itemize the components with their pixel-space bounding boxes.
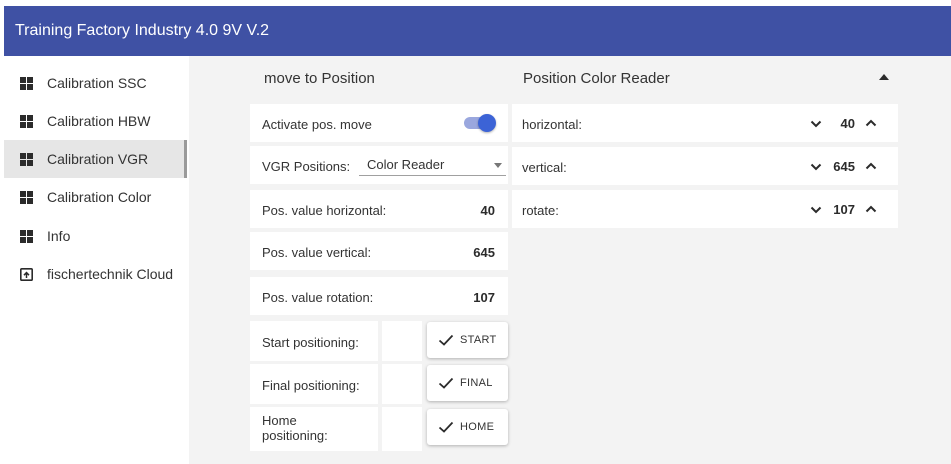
check-icon	[438, 421, 454, 433]
color-reader-horizontal-value: 40	[840, 116, 855, 131]
chevron-up-icon[interactable]	[864, 204, 878, 214]
cloud-upload-icon	[20, 267, 33, 281]
grid-icon	[20, 229, 33, 243]
pos-rotation-value: 107	[473, 290, 495, 305]
sidebar-item-calibration-vgr[interactable]: Calibration VGR	[4, 140, 187, 178]
home-button[interactable]: HOME	[427, 409, 508, 445]
final-button[interactable]: FINAL	[427, 365, 508, 401]
move-section-title: move to Position	[264, 70, 375, 87]
start-positioning-row: Start positioning:	[250, 321, 378, 361]
color-reader-section-title: Position Color Reader	[523, 70, 670, 87]
app-title: Training Factory Industry 4.0 9V V.2	[15, 22, 270, 39]
sidebar-item-label: Info	[47, 228, 71, 244]
color-reader-rotate-label: rotate:	[522, 203, 559, 218]
color-reader-vertical-value: 645	[833, 159, 855, 174]
activate-pos-move-label: Activate pos. move	[262, 117, 372, 132]
final-button-label: FINAL	[460, 377, 493, 389]
vgr-positions-select[interactable]: Color Reader	[359, 154, 506, 176]
grid-icon	[20, 152, 33, 166]
pos-horizontal-label: Pos. value horizontal:	[262, 203, 387, 218]
sidebar-item-label: Calibration Color	[47, 189, 152, 205]
pos-vertical-value: 645	[473, 245, 495, 260]
pos-vertical-label: Pos. value vertical:	[262, 245, 372, 260]
grid-icon	[20, 114, 33, 128]
sidebar-item-label: Calibration VGR	[47, 151, 149, 167]
activate-pos-move-toggle[interactable]	[462, 113, 496, 133]
sidebar: Calibration SSC Calibration HBW Calibrat…	[4, 56, 189, 464]
collapse-triangle-icon[interactable]	[879, 74, 889, 80]
pos-horizontal-value: 40	[480, 203, 495, 218]
sidebar-item-calibration-ssc[interactable]: Calibration SSC	[4, 64, 187, 102]
vgr-positions-label: VGR Positions:	[262, 159, 351, 174]
sidebar-item-calibration-hbw[interactable]: Calibration HBW	[4, 102, 187, 140]
home-button-label: HOME	[460, 421, 495, 433]
home-spacer	[382, 407, 422, 451]
activate-pos-move-row: Activate pos. move	[250, 104, 508, 142]
color-reader-rotate-value: 107	[833, 202, 855, 217]
pos-rotation-row: Pos. value rotation: 107	[250, 277, 508, 315]
start-positioning-label: Start positioning:	[262, 335, 359, 350]
check-icon	[438, 377, 454, 389]
start-button[interactable]: START	[427, 322, 508, 358]
main-content: move to Position Activate pos. move VGR …	[189, 56, 951, 464]
home-positioning-label-line1: Home	[262, 413, 297, 428]
final-spacer	[382, 364, 422, 404]
chevron-down-icon[interactable]	[809, 205, 823, 215]
sidebar-item-info[interactable]: Info	[4, 217, 187, 255]
sidebar-item-fischertechnik-cloud[interactable]: fischertechnik Cloud	[4, 255, 187, 293]
grid-icon	[20, 190, 33, 204]
final-positioning-label: Final positioning:	[262, 378, 360, 393]
sidebar-item-label: fischertechnik Cloud	[47, 266, 174, 282]
pos-rotation-label: Pos. value rotation:	[262, 290, 374, 305]
sidebar-item-label: Calibration SSC	[47, 75, 147, 91]
vgr-positions-value: Color Reader	[367, 157, 445, 172]
chevron-up-icon[interactable]	[864, 161, 878, 171]
pos-horizontal-row: Pos. value horizontal: 40	[250, 190, 508, 228]
start-button-label: START	[460, 334, 497, 346]
sidebar-item-label: Calibration HBW	[47, 113, 151, 129]
grid-icon	[20, 76, 33, 90]
app-header: Training Factory Industry 4.0 9V V.2	[4, 6, 951, 56]
color-reader-vertical-row: vertical: 645	[512, 147, 898, 185]
final-positioning-row: Final positioning:	[250, 364, 378, 404]
chevron-down-icon[interactable]	[809, 119, 823, 129]
check-icon	[438, 334, 454, 346]
chevron-down-icon[interactable]	[809, 162, 823, 172]
sidebar-item-calibration-color[interactable]: Calibration Color	[4, 178, 187, 216]
dropdown-arrow-icon	[494, 163, 502, 168]
vgr-positions-row: VGR Positions: Color Reader	[250, 146, 508, 184]
home-positioning-row: Home positioning:	[250, 407, 378, 451]
color-reader-vertical-label: vertical:	[522, 160, 567, 175]
chevron-up-icon[interactable]	[864, 118, 878, 128]
color-reader-rotate-row: rotate: 107	[512, 190, 898, 228]
start-spacer	[382, 321, 422, 361]
color-reader-horizontal-label: horizontal:	[522, 117, 582, 132]
color-reader-horizontal-row: horizontal: 40	[512, 104, 898, 142]
home-positioning-label-line2: positioning:	[262, 428, 328, 443]
pos-vertical-row: Pos. value vertical: 645	[250, 232, 508, 270]
